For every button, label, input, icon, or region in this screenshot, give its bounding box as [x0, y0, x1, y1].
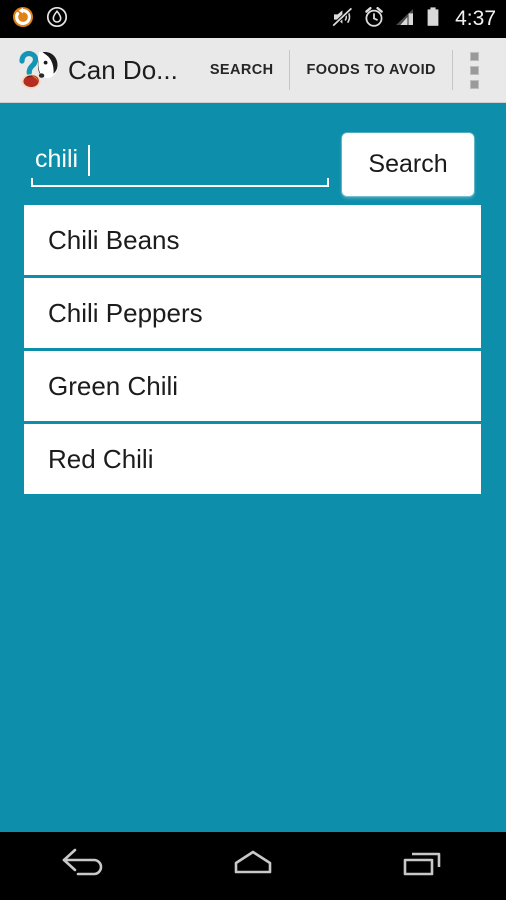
signal-bars-icon — [394, 6, 416, 33]
device-screen: 4:37 Can Do... SEARCH FOODS TO AVOID chi… — [0, 0, 506, 900]
text-caret — [88, 145, 90, 176]
list-item-label: Green Chili — [48, 370, 179, 401]
tab-search[interactable]: SEARCH — [194, 62, 290, 78]
volume-mute-icon — [331, 6, 354, 33]
water-drop-icon — [46, 6, 68, 33]
system-navigation-bar — [0, 832, 506, 900]
search-input-underline — [31, 178, 329, 187]
nav-recents-button[interactable] — [372, 832, 472, 900]
status-bar-right-icons: 4:37 — [331, 6, 496, 33]
nav-back-button[interactable] — [34, 832, 134, 900]
home-icon — [225, 847, 281, 886]
sync-circle-icon — [12, 6, 34, 33]
search-row: Search — [0, 125, 506, 205]
search-input[interactable] — [31, 137, 329, 181]
status-bar: 4:37 — [0, 0, 506, 38]
search-field-wrapper — [31, 137, 329, 187]
list-item-label: Chili Peppers — [48, 297, 203, 328]
list-item[interactable]: Red Chili — [24, 424, 481, 494]
overflow-dot-icon — [470, 79, 480, 89]
recent-apps-icon — [394, 847, 450, 886]
search-button[interactable]: Search — [342, 133, 474, 196]
page-title: Can Do... — [68, 54, 178, 85]
overflow-dot-icon — [470, 65, 480, 75]
list-item-label: Chili Beans — [48, 224, 180, 255]
list-item[interactable]: Chili Peppers — [24, 278, 481, 348]
app-logo-dog-fruit — [14, 47, 60, 93]
alarm-clock-icon — [363, 6, 385, 33]
tab-foods-to-avoid[interactable]: FOODS TO AVOID — [290, 62, 451, 78]
app-bar: Can Do... SEARCH FOODS TO AVOID — [0, 38, 506, 103]
battery-icon — [425, 6, 441, 33]
overflow-dot-icon — [470, 51, 480, 61]
list-item-label: Red Chili — [48, 443, 154, 474]
list-item[interactable]: Green Chili — [24, 351, 481, 421]
status-bar-left-icons — [12, 6, 331, 33]
suggestion-list: Chili Beans Chili Peppers Green Chili Re… — [24, 205, 481, 497]
list-item[interactable]: Chili Beans — [24, 205, 481, 275]
status-bar-clock: 4:37 — [455, 7, 496, 30]
main-content: Search Chili Beans Chili Peppers Green C… — [0, 103, 506, 832]
overflow-menu-button[interactable] — [453, 42, 497, 98]
back-arrow-icon — [56, 847, 112, 886]
nav-home-button[interactable] — [203, 832, 303, 900]
